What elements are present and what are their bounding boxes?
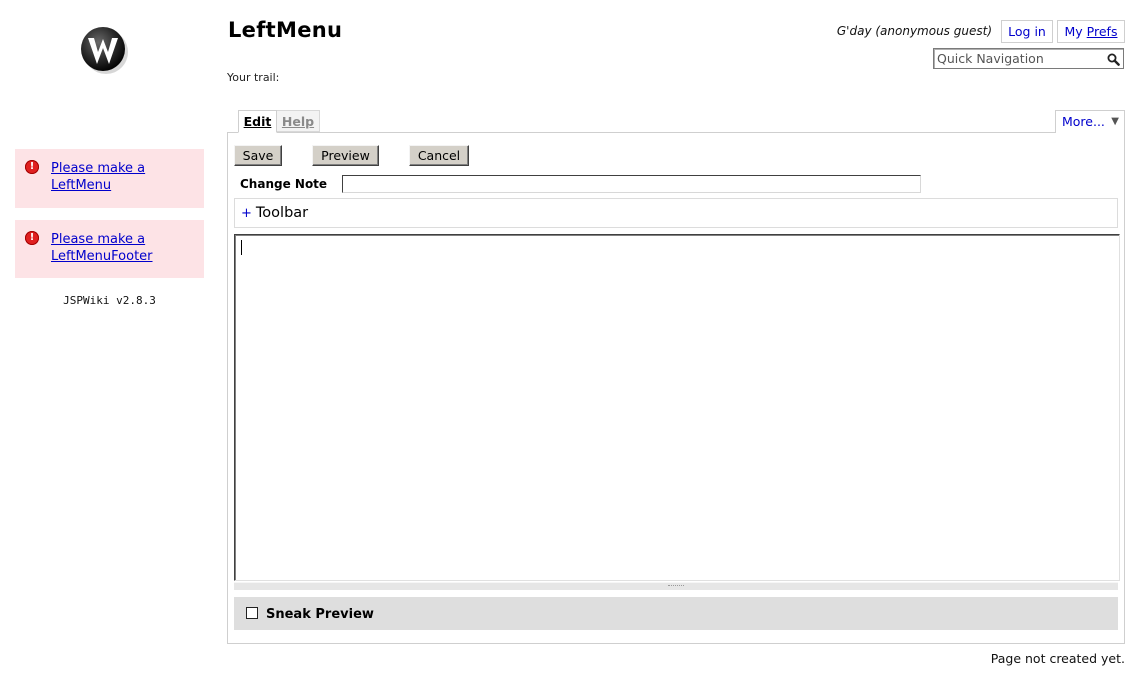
preview-button[interactable]: Preview <box>312 145 379 166</box>
expand-plus-icon: + <box>241 206 252 221</box>
warning-box-leftmenu: ! Please make a LeftMenu <box>15 149 204 208</box>
sneak-preview-bar: Sneak Preview <box>234 597 1118 630</box>
resize-grip-icon <box>668 585 684 587</box>
cancel-button[interactable]: Cancel <box>409 145 469 166</box>
page-title: LeftMenu <box>228 18 343 42</box>
more-menu-label: More... <box>1062 114 1105 129</box>
version-label: JSPWiki v2.8.3 <box>63 294 156 307</box>
jspwiki-logo-icon[interactable] <box>77 24 131 76</box>
text-caret <box>241 240 242 255</box>
create-leftmenufooter-link[interactable]: Please make a LeftMenuFooter <box>51 231 191 265</box>
create-leftmenu-link[interactable]: Please make a LeftMenu <box>51 160 191 194</box>
exclamation-circle-icon: ! <box>25 231 39 245</box>
more-menu[interactable]: More... ▼ <box>1055 110 1125 133</box>
tab-help[interactable]: Help <box>277 110 320 132</box>
sneak-preview-checkbox[interactable] <box>246 607 258 619</box>
editor-resize-handle[interactable] <box>234 582 1118 590</box>
toolbar-toggle[interactable]: + Toolbar <box>234 198 1118 228</box>
change-note-label: Change Note <box>240 177 328 191</box>
prefs-label-underlined: Prefs <box>1086 24 1118 39</box>
user-greeting: G'day (anonymous guest) <box>836 24 992 38</box>
save-button[interactable]: Save <box>234 145 282 166</box>
quick-navigation-search <box>933 48 1124 69</box>
prefs-label-prefix: My <box>1064 24 1087 39</box>
search-icon[interactable] <box>1107 53 1120 66</box>
change-note-field[interactable] <box>342 175 921 193</box>
sneak-preview-label[interactable]: Sneak Preview <box>266 607 374 622</box>
wiki-editor-textarea[interactable] <box>234 234 1120 581</box>
tab-edit[interactable]: Edit <box>238 110 277 133</box>
my-prefs-link[interactable]: My Prefs <box>1057 20 1125 43</box>
login-link[interactable]: Log in <box>1001 20 1053 43</box>
warning-box-leftmenufooter: ! Please make a LeftMenuFooter <box>15 220 204 278</box>
search-input[interactable] <box>937 50 1101 67</box>
toolbar-label: Toolbar <box>255 205 309 221</box>
exclamation-circle-icon: ! <box>25 160 39 174</box>
caret-down-icon: ▼ <box>1111 116 1119 127</box>
breadcrumb-trail: Your trail: <box>227 71 280 84</box>
page-status: Page not created yet. <box>990 651 1125 666</box>
